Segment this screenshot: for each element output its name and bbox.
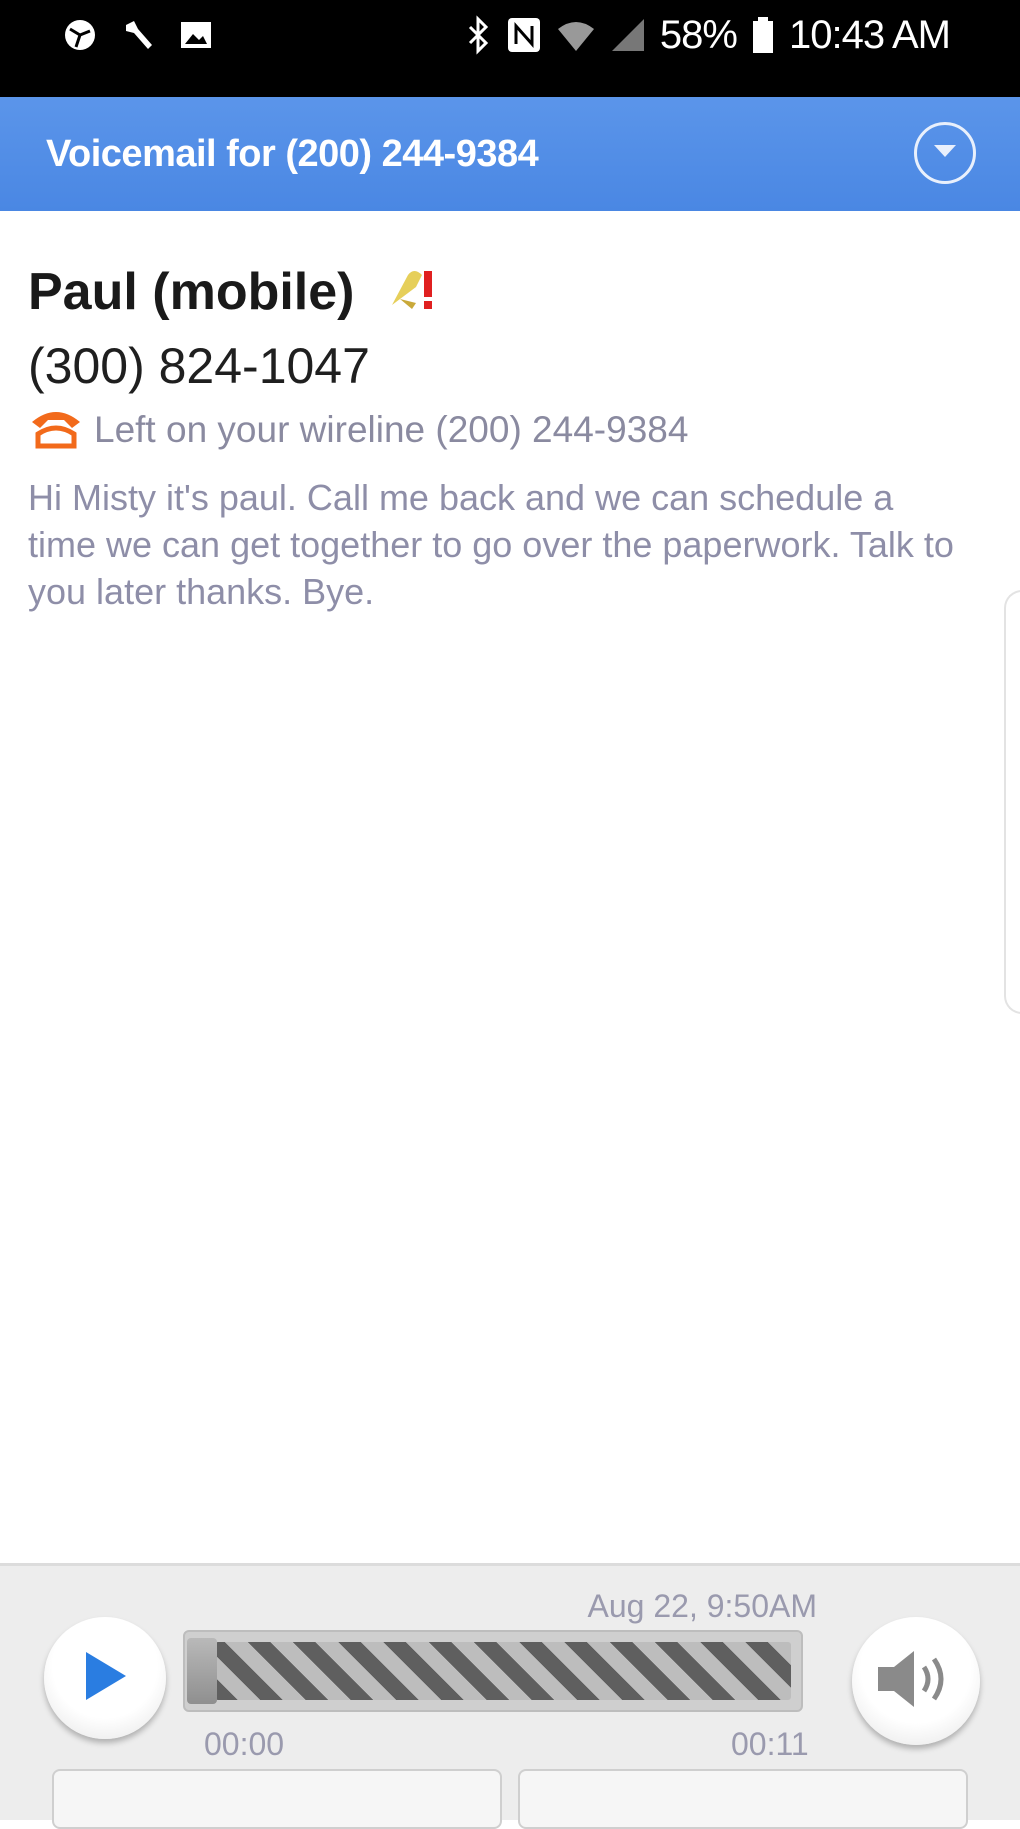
bluetooth-icon bbox=[466, 15, 492, 55]
total-time: 00:11 bbox=[731, 1726, 809, 1762]
page-title: Voicemail for (200) 244-9384 bbox=[46, 133, 539, 175]
wrench-icon bbox=[120, 17, 156, 53]
signal-icon bbox=[610, 17, 646, 53]
delete-button[interactable] bbox=[518, 1769, 968, 1829]
clock: 10:43 AM bbox=[788, 12, 951, 57]
vpn-icon bbox=[62, 17, 98, 53]
side-panel-handle[interactable] bbox=[1004, 590, 1020, 1014]
progress-handle[interactable] bbox=[187, 1638, 217, 1704]
phone-icon bbox=[28, 404, 84, 455]
message-timestamp: Aug 22, 9:50AM bbox=[587, 1588, 817, 1624]
line-label: Left on your wireline (200) 244-9384 bbox=[94, 408, 689, 450]
call-back-button[interactable] bbox=[52, 1769, 502, 1829]
urgent-flag-icon bbox=[386, 265, 438, 320]
app-bar: Voicemail for (200) 244-9384 bbox=[0, 97, 1020, 211]
dropdown-button[interactable] bbox=[914, 122, 976, 184]
line-info: Left on your wireline (200) 244-9384 bbox=[28, 404, 688, 455]
volume-button[interactable] bbox=[852, 1617, 980, 1745]
battery-icon bbox=[751, 15, 775, 55]
audio-player: Aug 22, 9:50AM 00:00 00:11 bbox=[0, 1563, 1020, 1829]
play-button[interactable] bbox=[44, 1617, 166, 1739]
playback-progress-bar[interactable] bbox=[183, 1630, 803, 1712]
caller-phone-number[interactable]: (300) 824-1047 bbox=[28, 337, 370, 395]
image-icon bbox=[178, 17, 214, 53]
wifi-icon bbox=[556, 17, 596, 53]
nfc-icon bbox=[506, 16, 542, 54]
voicemail-transcript: Hi Misty it's paul. Call me back and we … bbox=[28, 477, 954, 612]
status-bar: 58% 10:43 AM bbox=[0, 0, 1020, 97]
contact-name: Paul (mobile) bbox=[28, 263, 355, 321]
battery-percent: 58% bbox=[659, 12, 738, 57]
contact-header: Paul (mobile) bbox=[28, 262, 438, 322]
chevron-down-icon bbox=[930, 141, 960, 166]
elapsed-time: 00:00 bbox=[204, 1726, 285, 1762]
progress-stripes bbox=[215, 1642, 791, 1700]
play-icon bbox=[80, 1648, 130, 1709]
speaker-icon bbox=[874, 1647, 958, 1716]
